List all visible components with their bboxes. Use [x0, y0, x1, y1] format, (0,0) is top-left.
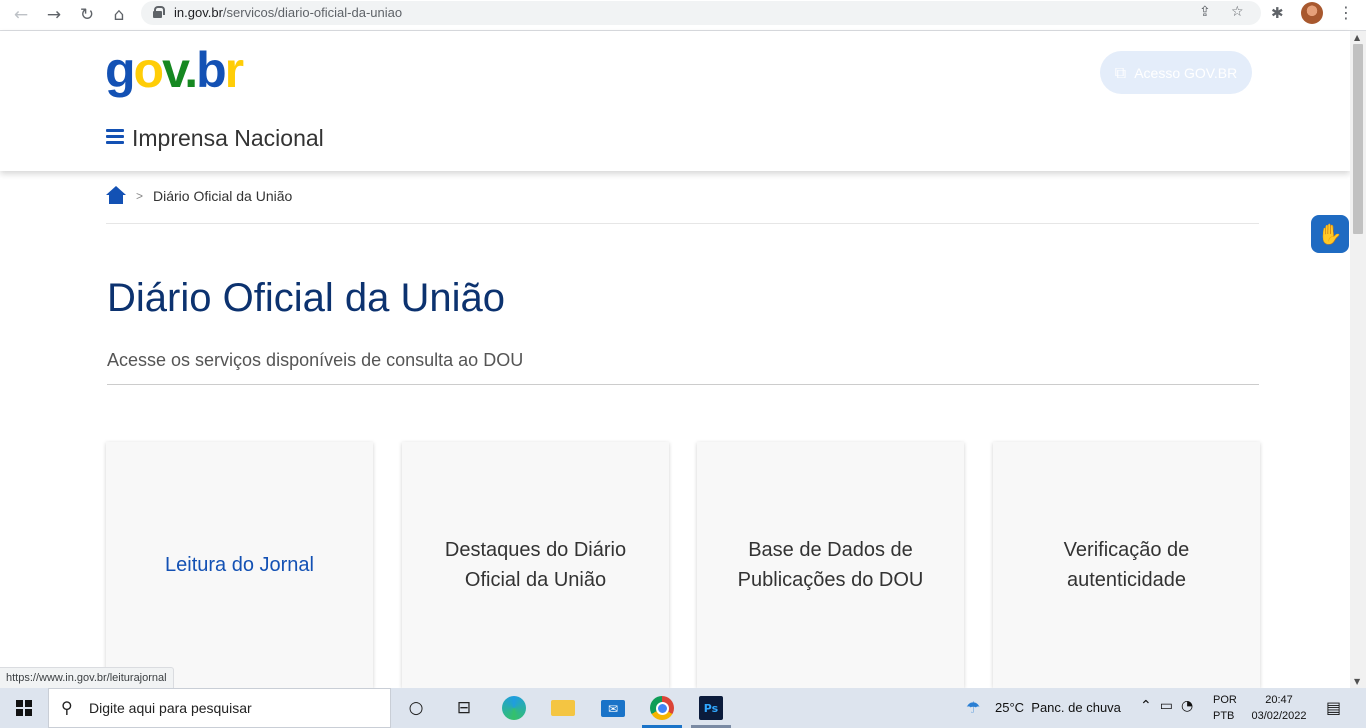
url-host: in.gov.br	[174, 5, 223, 20]
card-label: Base de Dados de Publicações do DOU	[737, 539, 924, 591]
taskbar-search[interactable]: ⚲ Digite aqui para pesquisar	[48, 688, 391, 728]
profile-avatar[interactable]	[1301, 2, 1323, 24]
weather-text[interactable]: 25°C Panc. de chuva	[995, 700, 1121, 715]
mail-icon[interactable]: ✉	[601, 700, 625, 717]
clock-time: 20:47	[1265, 694, 1293, 706]
wifi-icon[interactable]: ◔	[1181, 698, 1201, 714]
breadcrumb-current: Diário Oficial da União	[153, 188, 293, 204]
govbr-logo[interactable]: gov.br	[105, 40, 244, 100]
bookmark-star-icon[interactable]: ☆	[1231, 4, 1244, 20]
tray-icons[interactable]: ⌃▭◔	[1140, 698, 1201, 714]
card-leitura-do-jornal[interactable]: Leitura do Jornal	[106, 442, 373, 688]
search-icon: ⚲	[61, 698, 73, 717]
vlibras-hand-icon[interactable]: ✋	[1311, 215, 1349, 253]
chrome-icon[interactable]	[650, 696, 674, 720]
clock-date: 03/02/2022	[1251, 710, 1307, 722]
card-label: Leitura do Jornal	[165, 554, 314, 576]
hamburger-menu-icon[interactable]	[106, 129, 124, 145]
windows-start-icon[interactable]	[16, 700, 32, 716]
url-path: /servicos/diario-oficial-da-uniao	[222, 5, 403, 20]
battery-icon[interactable]: ▭	[1160, 698, 1181, 714]
site-header: gov.br ⧉ Acesso GOV.BR Imprensa Nacional	[0, 31, 1350, 171]
weather-desc: Panc. de chuva	[1031, 700, 1121, 715]
scroll-thumb[interactable]	[1353, 44, 1363, 234]
browser-toolbar: ← → ↻ ⌂ in.gov.br/servicos/diario-oficia…	[0, 0, 1366, 31]
link-status-bubble: https://www.in.gov.br/leiturajornal	[0, 667, 174, 688]
notification-center-icon[interactable]: ▤	[1326, 698, 1341, 717]
weather-temp: 25°C	[995, 700, 1025, 715]
site-title: Imprensa Nacional	[132, 125, 324, 151]
cortana-circle-icon[interactable]: ○	[404, 696, 428, 720]
chevron-up-icon[interactable]: ⌃	[1140, 698, 1160, 714]
scroll-up-arrow-icon[interactable]: ▲	[1354, 33, 1360, 42]
lang-top: POR	[1213, 694, 1237, 706]
file-explorer-icon[interactable]	[551, 700, 575, 716]
card-label: Destaques do Diário Oficial da União	[444, 539, 627, 591]
login-label: Acesso GOV.BR	[1134, 64, 1238, 81]
share-icon[interactable]: ⇪	[1199, 4, 1211, 20]
home-button-icon[interactable]: ⌂	[108, 4, 130, 26]
external-link-icon: ⧉	[1114, 62, 1127, 82]
language-indicator[interactable]: POR PTB	[1213, 692, 1237, 724]
card-base-de-dados[interactable]: Base de Dados de Publicações do DOU	[697, 442, 964, 688]
card-destaques[interactable]: Destaques do Diário Oficial da União	[402, 442, 669, 688]
breadcrumb: > Diário Oficial da União	[106, 186, 292, 206]
breadcrumb-separator: >	[136, 189, 144, 203]
address-url: in.gov.br/servicos/diario-oficial-da-uni…	[174, 5, 402, 20]
task-view-icon[interactable]: ⊟	[452, 696, 476, 720]
page-title: Diário Oficial da União	[107, 276, 505, 320]
login-govbr-button[interactable]: ⧉ Acesso GOV.BR	[1100, 51, 1252, 94]
search-placeholder: Digite aqui para pesquisar	[89, 700, 252, 716]
forward-arrow-icon[interactable]: →	[43, 4, 65, 26]
extensions-icon[interactable]: ✱	[1271, 4, 1284, 22]
back-arrow-icon[interactable]: ←	[10, 4, 32, 26]
card-verificacao[interactable]: Verificação de autenticidade	[993, 442, 1260, 688]
photoshop-icon[interactable]: Ps	[699, 696, 723, 720]
windows-taskbar: ⚲ Digite aqui para pesquisar ○ ⊟ ✉ Ps ☂ …	[0, 688, 1366, 728]
menu-kebab-icon[interactable]: ⋮	[1338, 3, 1354, 22]
address-bar[interactable]: in.gov.br/servicos/diario-oficial-da-uni…	[141, 1, 1261, 25]
clock[interactable]: 20:47 03/02/2022	[1248, 692, 1310, 724]
page-scrollbar[interactable]: ▲ ▼	[1350, 31, 1366, 688]
page-subtitle: Acesse os serviços disponíveis de consul…	[107, 350, 524, 370]
reload-icon[interactable]: ↻	[76, 4, 98, 26]
lang-bottom: PTB	[1213, 710, 1235, 722]
weather-rain-icon[interactable]: ☂	[966, 698, 980, 717]
lock-icon	[153, 6, 165, 18]
scroll-down-arrow-icon[interactable]: ▼	[1354, 677, 1360, 686]
home-icon[interactable]	[106, 186, 126, 206]
card-label: Verificação de autenticidade	[1063, 539, 1190, 591]
subtitle-divider	[107, 384, 1259, 385]
edge-browser-icon[interactable]	[502, 696, 526, 720]
breadcrumb-divider	[106, 223, 1259, 224]
